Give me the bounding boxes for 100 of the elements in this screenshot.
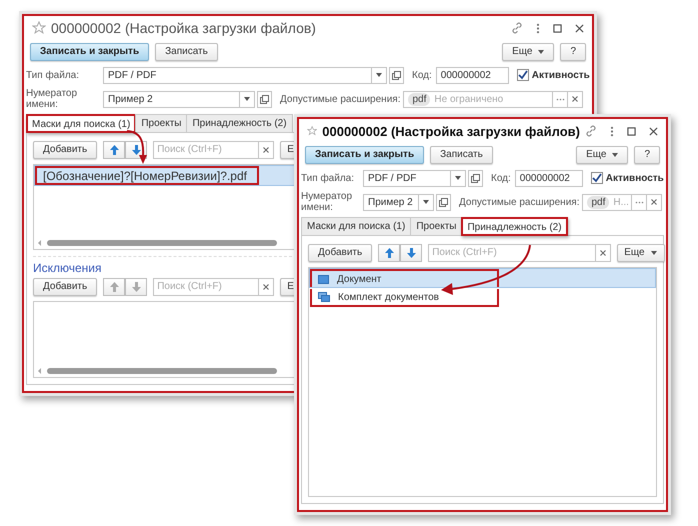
file-type-field[interactable]: PDF / PDF (103, 66, 372, 84)
tab[interactable]: Проекты (135, 114, 188, 132)
open-button[interactable] (436, 194, 451, 210)
clear-button[interactable] (568, 90, 584, 108)
field-label: Тип файла: (26, 70, 80, 80)
add-button[interactable]: Добавить (33, 140, 98, 158)
link-icon[interactable] (511, 22, 523, 34)
ellipsis-icon (634, 200, 644, 204)
tab[interactable]: Проекты (410, 217, 462, 235)
checkbox-label: Активность (606, 172, 664, 184)
table-cell: Комплект документов (338, 292, 439, 302)
numerator-field[interactable]: Пример 2 (103, 90, 240, 108)
maximize-icon[interactable] (553, 24, 562, 32)
more-button[interactable]: Еще (617, 244, 665, 262)
checkbox-label: Активность (532, 70, 590, 80)
copy-icon (260, 94, 269, 104)
extensions-field[interactable]: pdf Не ограничено (403, 90, 554, 108)
field-label: Код: (412, 70, 432, 80)
copy-icon (439, 198, 448, 206)
documents-icon (318, 292, 330, 302)
star-icon[interactable] (307, 124, 318, 138)
close-icon[interactable] (575, 24, 584, 32)
tab[interactable]: Принадлежность (2) (186, 114, 293, 132)
save-button[interactable]: Записать (155, 42, 218, 60)
clear-icon (600, 250, 606, 256)
window-title: 000000002 (Настройка загрузки файлов) (51, 20, 316, 36)
ellipsis-icon (556, 98, 565, 100)
copy-icon (392, 70, 401, 80)
star-icon[interactable] (32, 21, 46, 35)
caret-icon (244, 97, 250, 101)
more-button[interactable]: Еще (502, 42, 554, 60)
maximize-icon[interactable] (627, 126, 636, 136)
field-label: Код: (491, 172, 511, 184)
checkbox[interactable] (590, 172, 603, 184)
code-field[interactable]: 000000002 (514, 170, 583, 186)
tab[interactable]: Принадлежность (2) (461, 217, 568, 236)
link-icon[interactable] (585, 125, 597, 137)
clear-icon (263, 146, 270, 152)
extensions-field[interactable]: pdf Н... (582, 194, 632, 210)
open-button[interactable] (257, 90, 272, 108)
open-button[interactable] (468, 170, 483, 186)
close-icon[interactable] (649, 126, 658, 136)
caret-icon (423, 200, 429, 204)
save-and-close-button[interactable]: Записать и закрыть (305, 146, 424, 164)
list-row[interactable]: Документ (309, 268, 656, 288)
arrow-up-icon (110, 144, 119, 154)
clear-button[interactable] (259, 278, 274, 296)
dropdown-button[interactable] (240, 90, 255, 108)
list-row[interactable]: [Обозначение]?[НомерРевизии]?.pdf (34, 165, 297, 186)
field-label: Допустимые расширения: (280, 94, 400, 104)
caret-icon (612, 152, 618, 156)
open-button[interactable] (389, 66, 404, 84)
field-label: Нумератор имени: (301, 191, 354, 213)
checkbox[interactable] (516, 69, 529, 81)
clear-button[interactable] (596, 244, 612, 262)
dropdown-button[interactable] (419, 194, 434, 210)
arrow-down-icon (406, 248, 416, 258)
clear-button[interactable] (647, 194, 662, 210)
code-field[interactable]: 000000002 (436, 66, 509, 84)
extension-tag: pdf (408, 92, 430, 106)
window-title: 000000002 (Настройка загрузки файлов) (322, 124, 580, 138)
dropdown-button[interactable] (451, 170, 466, 186)
table-cell: Документ (337, 274, 382, 284)
copy-icon (471, 174, 480, 182)
arrow-down-icon (132, 282, 141, 292)
more-icon[interactable] (536, 22, 540, 34)
save-button[interactable]: Записать (430, 146, 493, 164)
annotation-arrow (126, 130, 147, 164)
file-type-field[interactable]: PDF / PDF (363, 170, 451, 186)
table-cell: [Обозначение]?[НомерРевизии]?.pdf (43, 168, 247, 182)
numerator-field[interactable]: Пример 2 (363, 194, 419, 210)
document-icon (318, 274, 329, 284)
more-icon[interactable] (610, 126, 614, 136)
list-row[interactable]: Комплект документов (309, 288, 656, 308)
field-label: Допустимые расширения: (459, 196, 580, 208)
tab[interactable]: Маски для поиска (1) (26, 114, 136, 133)
move-up-button[interactable] (103, 140, 126, 158)
dropdown-button[interactable] (372, 66, 387, 84)
extension-tag: pdf (587, 196, 610, 208)
arrow-down-icon (132, 144, 141, 154)
more-button[interactable]: Еще (576, 146, 628, 164)
tab[interactable]: Маски для поиска (1) (301, 217, 412, 235)
checkmark-icon (592, 173, 602, 183)
clear-button[interactable] (259, 140, 274, 158)
section-title: Исключения (33, 261, 102, 275)
clear-icon (572, 96, 578, 102)
move-down-button[interactable] (400, 244, 422, 262)
move-up-button[interactable] (378, 244, 400, 262)
caret-icon (376, 73, 382, 77)
save-and-close-button[interactable]: Записать и закрыть (30, 42, 150, 60)
clear-icon (651, 199, 657, 205)
help-button[interactable]: ? (560, 42, 586, 60)
add-button[interactable]: Добавить (33, 278, 98, 296)
help-button[interactable]: ? (634, 146, 660, 164)
clear-icon (263, 284, 270, 290)
caret-icon (455, 176, 461, 180)
field-label: Тип файла: (301, 172, 355, 184)
checkmark-icon (518, 70, 528, 80)
add-button[interactable]: Добавить (308, 244, 372, 262)
caret-icon (538, 50, 544, 54)
